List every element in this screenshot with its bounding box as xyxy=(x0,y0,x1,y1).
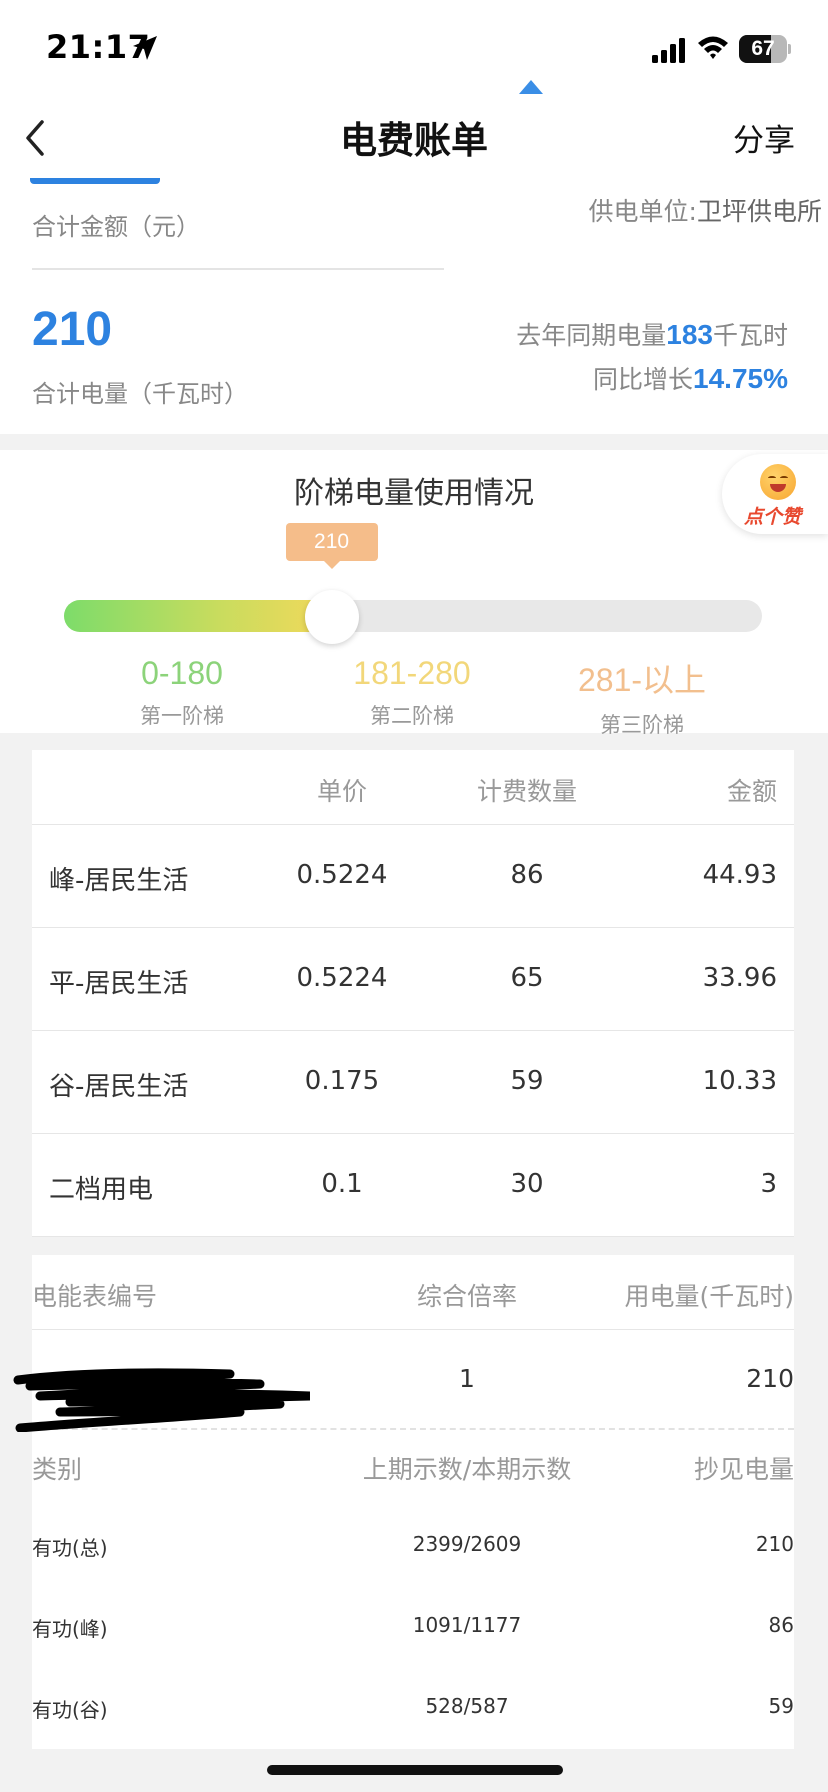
row-amount: 33.96 xyxy=(702,963,777,993)
tier-3-range: 281-以上 xyxy=(577,662,707,698)
smiley-icon xyxy=(760,464,796,500)
header-read-kwh: 抄见电量 xyxy=(693,1455,794,1484)
table-row: 峰-居民生活 0.5224 86 44.93 xyxy=(32,825,794,928)
yoy-value: 14.75% xyxy=(693,363,788,394)
tier-2-range: 181-280 xyxy=(353,655,471,691)
row-category: 谷-居民生活 xyxy=(49,1072,189,1102)
location-arrow-icon xyxy=(133,36,157,60)
tier-1-range: 0-180 xyxy=(141,655,223,691)
header-unit-price: 单价 xyxy=(316,777,367,806)
reading-values: 2399/2609 xyxy=(412,1532,522,1556)
supplier-info: 供电单位:卫坪供电所 xyxy=(589,192,822,228)
row-quantity: 59 xyxy=(510,1066,544,1096)
row-quantity: 30 xyxy=(510,1169,544,1199)
row-unit-price: 0.175 xyxy=(304,1066,380,1096)
meter-rate: 1 xyxy=(459,1364,475,1393)
row-category: 峰-居民生活 xyxy=(49,866,189,896)
last-year-value: 183 xyxy=(666,319,713,350)
reading-row: 有功(总) 2399/2609 210 xyxy=(32,1506,794,1587)
current-usage-tooltip: 210 xyxy=(285,523,378,561)
header-usage: 用电量(千瓦时) xyxy=(624,1282,794,1311)
share-button[interactable]: 分享 xyxy=(733,115,795,160)
header-amount: 金额 xyxy=(726,777,777,806)
reading-values: 528/587 xyxy=(425,1694,509,1718)
last-year-label: 去年同期电量 xyxy=(516,321,667,350)
reading-kwh: 59 xyxy=(768,1694,794,1718)
cellular-signal-icon xyxy=(652,38,685,63)
reading-row: 有功(峰) 1091/1177 86 xyxy=(32,1587,794,1668)
reading-type: 有功(总) xyxy=(32,1536,108,1560)
last-year-unit: 千瓦时 xyxy=(712,321,788,350)
meter-section: 电能表编号 综合倍率 用电量(千瓦时) 1 210 类别 上期示数/本期示数 抄… xyxy=(32,1255,794,1749)
meter-header: 电能表编号 综合倍率 用电量(千瓦时) xyxy=(32,1255,794,1330)
header-meter-id: 电能表编号 xyxy=(32,1282,158,1311)
row-quantity: 86 xyxy=(510,860,544,890)
tier-3: 281-以上 第三阶梯 xyxy=(532,655,752,739)
battery-percent: 67 xyxy=(751,37,775,60)
tier-3-name: 第三阶梯 xyxy=(600,713,684,737)
home-indicator[interactable] xyxy=(267,1765,563,1775)
tier-section-title: 阶梯电量使用情况 xyxy=(294,476,534,511)
tier-2-name: 第二阶梯 xyxy=(370,704,454,728)
row-amount: 10.33 xyxy=(702,1066,777,1096)
row-category: 二档用电 xyxy=(49,1175,154,1205)
reading-kwh: 86 xyxy=(768,1613,794,1637)
row-unit-price: 0.1 xyxy=(321,1169,363,1199)
total-kwh-value: 210 xyxy=(32,303,113,356)
like-label: 点个赞 xyxy=(744,506,802,528)
reading-values: 1091/1177 xyxy=(412,1613,522,1637)
reading-kwh: 210 xyxy=(755,1532,794,1556)
page-title: 电费账单 xyxy=(340,119,488,162)
tier-1: 0-180 第一阶梯 xyxy=(72,655,292,730)
reading-row: 有功(谷) 528/587 59 xyxy=(32,1668,794,1749)
header-quantity: 计费数量 xyxy=(476,777,577,806)
reading-type: 有功(谷) xyxy=(32,1698,108,1722)
price-table: 单价 计费数量 金额 峰-居民生活 0.5224 86 44.93 平-居民生活… xyxy=(32,750,794,1237)
tooltip-arrow xyxy=(323,561,340,569)
divider xyxy=(32,268,444,270)
yoy-label: 同比增长 xyxy=(593,365,694,394)
tier-progress-fill xyxy=(64,600,342,632)
total-kwh-label: 合计电量（千瓦时） xyxy=(32,380,248,408)
row-unit-price: 0.5224 xyxy=(296,963,388,993)
row-amount: 44.93 xyxy=(702,860,777,890)
collapse-arrow-icon[interactable] xyxy=(519,80,543,94)
tier-2: 181-280 第二阶梯 xyxy=(302,655,522,730)
row-unit-price: 0.5224 xyxy=(296,860,388,890)
table-row: 平-居民生活 0.5224 65 33.96 xyxy=(32,928,794,1031)
row-amount: 3 xyxy=(760,1169,777,1199)
tier-progress-knob xyxy=(304,590,359,644)
header-rate: 综合倍率 xyxy=(416,1282,517,1311)
meter-usage: 210 xyxy=(746,1364,794,1393)
table-row: 谷-居民生活 0.175 59 10.33 xyxy=(32,1031,794,1134)
total-amount-label: 合计金额（元） xyxy=(32,213,200,241)
last-year-usage: 去年同期电量183千瓦时 xyxy=(516,316,788,352)
price-table-header: 单价 计费数量 金额 xyxy=(32,750,794,825)
battery-icon: 67 xyxy=(739,35,791,63)
reading-header: 类别 上期示数/本期示数 抄见电量 xyxy=(32,1430,794,1506)
tier-progress-track xyxy=(64,600,762,632)
row-quantity: 65 xyxy=(510,963,544,993)
total-amount-value-clipped xyxy=(30,178,160,184)
like-button[interactable]: 点个赞 xyxy=(722,454,828,534)
redaction-scribble xyxy=(13,1368,310,1432)
reading-type: 有功(峰) xyxy=(32,1617,108,1641)
header-type: 类别 xyxy=(32,1455,83,1484)
supplier-label: 供电单位: xyxy=(588,197,697,226)
header-readings: 上期示数/本期示数 xyxy=(362,1455,572,1484)
yoy-growth: 同比增长14.75% xyxy=(593,360,788,396)
wifi-icon xyxy=(698,36,728,59)
supplier-name: 卫坪供电所 xyxy=(696,197,822,226)
table-row: 二档用电 0.1 30 3 xyxy=(32,1134,794,1237)
tier-1-name: 第一阶梯 xyxy=(140,704,224,728)
row-category: 平-居民生活 xyxy=(49,969,189,999)
